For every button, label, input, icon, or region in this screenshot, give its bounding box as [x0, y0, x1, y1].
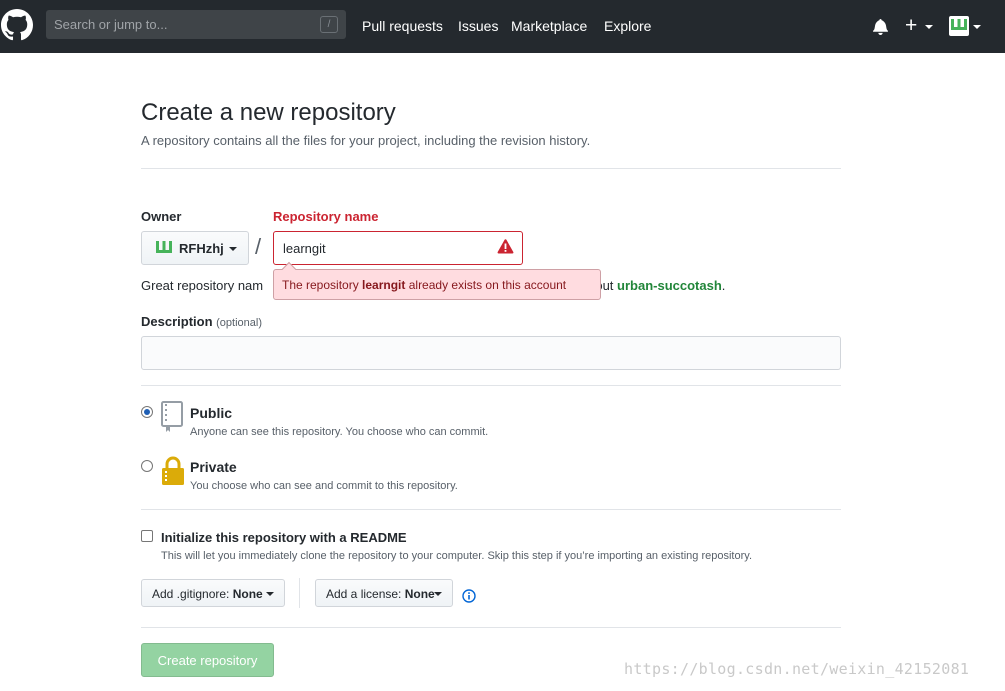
private-note: You choose who can see and commit to thi… — [190, 480, 458, 492]
info-icon[interactable] — [462, 589, 476, 603]
suggested-name-link[interactable]: urban-succotash — [617, 278, 722, 293]
avatar-chevron-icon[interactable] — [973, 25, 981, 29]
search-shortcut-hint: / — [320, 16, 338, 33]
page-subtitle: A repository contains all the files for … — [141, 133, 591, 148]
chevron-down-icon — [229, 247, 237, 251]
owner-select[interactable]: RFHzhj — [141, 231, 249, 265]
private-radio[interactable] — [141, 460, 153, 472]
init-readme-checkbox[interactable] — [141, 530, 153, 542]
divider — [141, 509, 841, 510]
page-title: Create a new repository — [141, 99, 396, 126]
owner-label: Owner — [141, 209, 182, 224]
public-radio[interactable] — [141, 406, 153, 418]
nav-pull-requests[interactable]: Pull requests — [362, 18, 443, 34]
description-label: Description (optional) — [141, 314, 262, 329]
lock-icon — [162, 456, 184, 485]
public-note: Anyone can see this repository. You choo… — [190, 426, 489, 438]
create-repository-button[interactable]: Create repository — [141, 643, 274, 677]
owner-name: RFHzhj — [179, 241, 224, 256]
repo-book-icon — [161, 401, 183, 432]
repo-exists-error: The repository learngit already exists o… — [273, 261, 601, 300]
divider — [141, 627, 841, 628]
private-title: Private — [190, 459, 237, 475]
repo-name-label: Repository name — [273, 209, 379, 224]
github-logo-icon[interactable] — [1, 9, 33, 41]
repo-name-input[interactable] — [273, 231, 523, 265]
owner-avatar-icon — [156, 241, 172, 253]
divider — [141, 385, 841, 386]
alert-icon — [497, 239, 514, 254]
description-input[interactable] — [141, 336, 841, 370]
init-readme-note: This will let you immediately clone the … — [161, 550, 752, 562]
create-new-icon[interactable]: + — [905, 15, 917, 36]
nav-marketplace[interactable]: Marketplace — [511, 18, 587, 34]
error-repo-name: learngit — [362, 278, 406, 292]
init-readme-title: Initialize this repository with a README — [161, 530, 407, 545]
divider — [141, 168, 841, 169]
watermark-text: https://blog.csdn.net/weixin_42152081 — [624, 660, 970, 678]
select-separator — [299, 578, 300, 608]
avatar[interactable] — [949, 16, 969, 36]
search-input[interactable] — [54, 10, 304, 39]
bell-icon[interactable] — [873, 18, 888, 35]
chevron-down-icon — [434, 592, 442, 596]
identicon-icon — [951, 19, 967, 30]
chevron-down-icon[interactable] — [925, 25, 933, 29]
public-title: Public — [190, 405, 233, 421]
license-select[interactable]: Add a license: None — [315, 579, 453, 607]
gitignore-select[interactable]: Add .gitignore: None — [141, 579, 285, 607]
optional-hint: (optional) — [216, 317, 262, 329]
search-box: / — [46, 10, 346, 39]
nav-explore[interactable]: Explore — [604, 18, 651, 34]
top-navbar: / Pull requests Issues Marketplace Explo… — [0, 0, 1005, 53]
chevron-down-icon — [266, 592, 274, 596]
owner-repo-separator: / — [255, 234, 262, 259]
nav-issues[interactable]: Issues — [458, 18, 498, 34]
